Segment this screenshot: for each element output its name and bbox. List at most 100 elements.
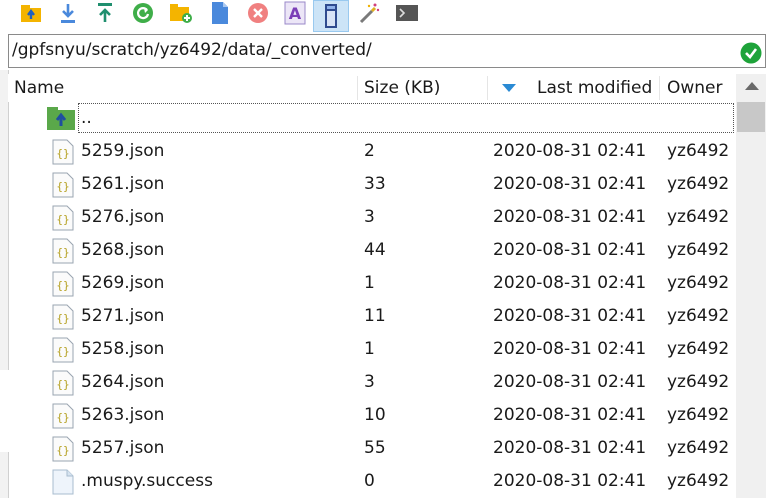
column-header-size[interactable]: Size (KB) <box>364 74 484 102</box>
column-divider[interactable] <box>487 76 488 100</box>
download-icon <box>61 4 75 23</box>
column-divider[interactable] <box>659 76 660 100</box>
parent-dir-button[interactable] <box>18 0 44 26</box>
file-name: 5264.json <box>81 372 165 392</box>
svg-text:{}: {} <box>56 213 69 226</box>
right-window-edge <box>766 70 780 498</box>
check-circle-icon <box>740 42 762 64</box>
vertical-scrollbar[interactable] <box>736 74 766 498</box>
svg-text:{}: {} <box>56 444 69 457</box>
file-modified: 2020-08-31 02:41 <box>493 471 647 491</box>
file-modified: 2020-08-31 02:41 <box>493 438 647 458</box>
parent-folder-icon <box>47 107 75 130</box>
file-name: 5276.json <box>81 207 165 227</box>
list-item[interactable]: .muspy.success 0 2020-08-31 02:41 yz6492 <box>8 465 736 498</box>
file-size: 1 <box>364 273 375 293</box>
file-name: 5261.json <box>81 174 165 194</box>
properties-icon <box>325 4 337 28</box>
sort-descending-icon <box>502 84 516 92</box>
file-size: 0 <box>364 471 375 491</box>
list-item[interactable]: {} 5269.json 1 2020-08-31 02:41 yz6492 <box>8 267 736 300</box>
file-owner: yz6492 <box>667 438 730 458</box>
file-name: 5263.json <box>81 405 165 425</box>
file-owner: yz6492 <box>667 471 730 491</box>
file-size: 55 <box>364 438 386 458</box>
delete-icon <box>248 3 268 23</box>
column-header-owner[interactable]: Owner <box>667 74 735 102</box>
upload-button[interactable] <box>92 0 118 26</box>
rename-button[interactable]: A <box>282 0 308 26</box>
list-item[interactable]: {} 5258.json 1 2020-08-31 02:41 yz6492 <box>8 333 736 366</box>
file-modified: 2020-08-31 02:41 <box>493 240 647 260</box>
list-item[interactable]: {} 5271.json 11 2020-08-31 02:41 yz6492 <box>8 300 736 333</box>
file-modified: 2020-08-31 02:41 <box>493 207 647 227</box>
rename-icon: A <box>284 1 306 25</box>
json-file-icon: {} <box>52 436 74 462</box>
delete-button[interactable] <box>245 0 271 26</box>
column-divider[interactable] <box>357 76 358 100</box>
file-modified: 2020-08-31 02:41 <box>493 339 647 359</box>
list-item[interactable]: {} 5263.json 10 2020-08-31 02:41 yz6492 <box>8 399 736 432</box>
svg-text:{}: {} <box>56 345 69 358</box>
terminal-button[interactable] <box>394 0 420 26</box>
list-item[interactable]: {} 5261.json 33 2020-08-31 02:41 yz6492 <box>8 168 736 201</box>
json-file-icon: {} <box>52 370 74 396</box>
file-owner: yz6492 <box>667 207 730 227</box>
toolbar: A <box>0 0 780 32</box>
file-owner: yz6492 <box>667 273 730 293</box>
file-size: 11 <box>364 306 386 326</box>
properties-button[interactable] <box>313 0 349 32</box>
json-file-icon: {} <box>52 403 74 429</box>
path-input[interactable]: /gpfsnyu/scratch/yz6492/data/_converted/ <box>8 34 766 68</box>
file-name: 5269.json <box>81 273 165 293</box>
json-file-icon: {} <box>52 205 74 231</box>
refresh-icon <box>133 3 153 23</box>
file-name: 5258.json <box>81 339 165 359</box>
scrollbar-thumb[interactable] <box>737 102 765 132</box>
file-browser-window: A /gpfsnyu/scratch/yz6492/data/_converte… <box>0 0 780 498</box>
file-size: 44 <box>364 240 386 260</box>
list-item[interactable]: {} 5259.json 2 2020-08-31 02:41 yz6492 <box>8 135 736 168</box>
svg-text:{}: {} <box>56 246 69 259</box>
parent-dir-icon <box>21 5 41 22</box>
column-header-row: Name Size (KB) Last modified Owner <box>8 74 736 102</box>
list-item[interactable]: {} 5264.json 3 2020-08-31 02:41 yz6492 <box>8 366 736 399</box>
file-size: 2 <box>364 141 375 161</box>
file-modified: 2020-08-31 02:41 <box>493 141 647 161</box>
download-button[interactable] <box>55 0 81 26</box>
list-item[interactable]: {} 5276.json 3 2020-08-31 02:41 yz6492 <box>8 201 736 234</box>
list-item[interactable]: .. <box>8 102 736 135</box>
file-list: .. {} 5259.json 2 2020-08-31 02:41 yz649… <box>8 102 736 498</box>
file-size: 3 <box>364 207 375 227</box>
refresh-button[interactable] <box>130 0 156 26</box>
file-owner: yz6492 <box>667 306 730 326</box>
upload-icon <box>98 3 112 22</box>
file-name: 5259.json <box>81 141 165 161</box>
file-modified: 2020-08-31 02:41 <box>493 405 647 425</box>
json-file-icon: {} <box>52 238 74 264</box>
json-file-icon: {} <box>52 139 74 165</box>
scroll-up-icon[interactable] <box>745 82 759 90</box>
svg-text:{}: {} <box>56 378 69 391</box>
list-item[interactable]: {} 5257.json 55 2020-08-31 02:41 yz6492 <box>8 432 736 465</box>
file-owner: yz6492 <box>667 174 730 194</box>
magic-wand-button[interactable] <box>356 0 382 26</box>
json-file-icon: {} <box>52 304 74 330</box>
column-header-name[interactable]: Name <box>14 74 354 102</box>
new-file-button[interactable] <box>207 0 233 26</box>
rename-label: A <box>289 4 302 23</box>
file-modified: 2020-08-31 02:41 <box>493 372 647 392</box>
svg-text:{}: {} <box>56 312 69 325</box>
new-folder-button[interactable] <box>168 0 194 26</box>
json-file-icon: {} <box>52 271 74 297</box>
file-size: 10 <box>364 405 386 425</box>
file-modified: 2020-08-31 02:41 <box>493 174 647 194</box>
svg-text:{}: {} <box>56 147 69 160</box>
file-owner: yz6492 <box>667 372 730 392</box>
file-owner: yz6492 <box>667 405 730 425</box>
new-folder-icon <box>170 4 192 23</box>
column-header-modified[interactable]: Last modified <box>537 74 662 102</box>
file-name: .muspy.success <box>81 471 213 491</box>
file-modified: 2020-08-31 02:41 <box>493 306 647 326</box>
list-item[interactable]: {} 5268.json 44 2020-08-31 02:41 yz6492 <box>8 234 736 267</box>
